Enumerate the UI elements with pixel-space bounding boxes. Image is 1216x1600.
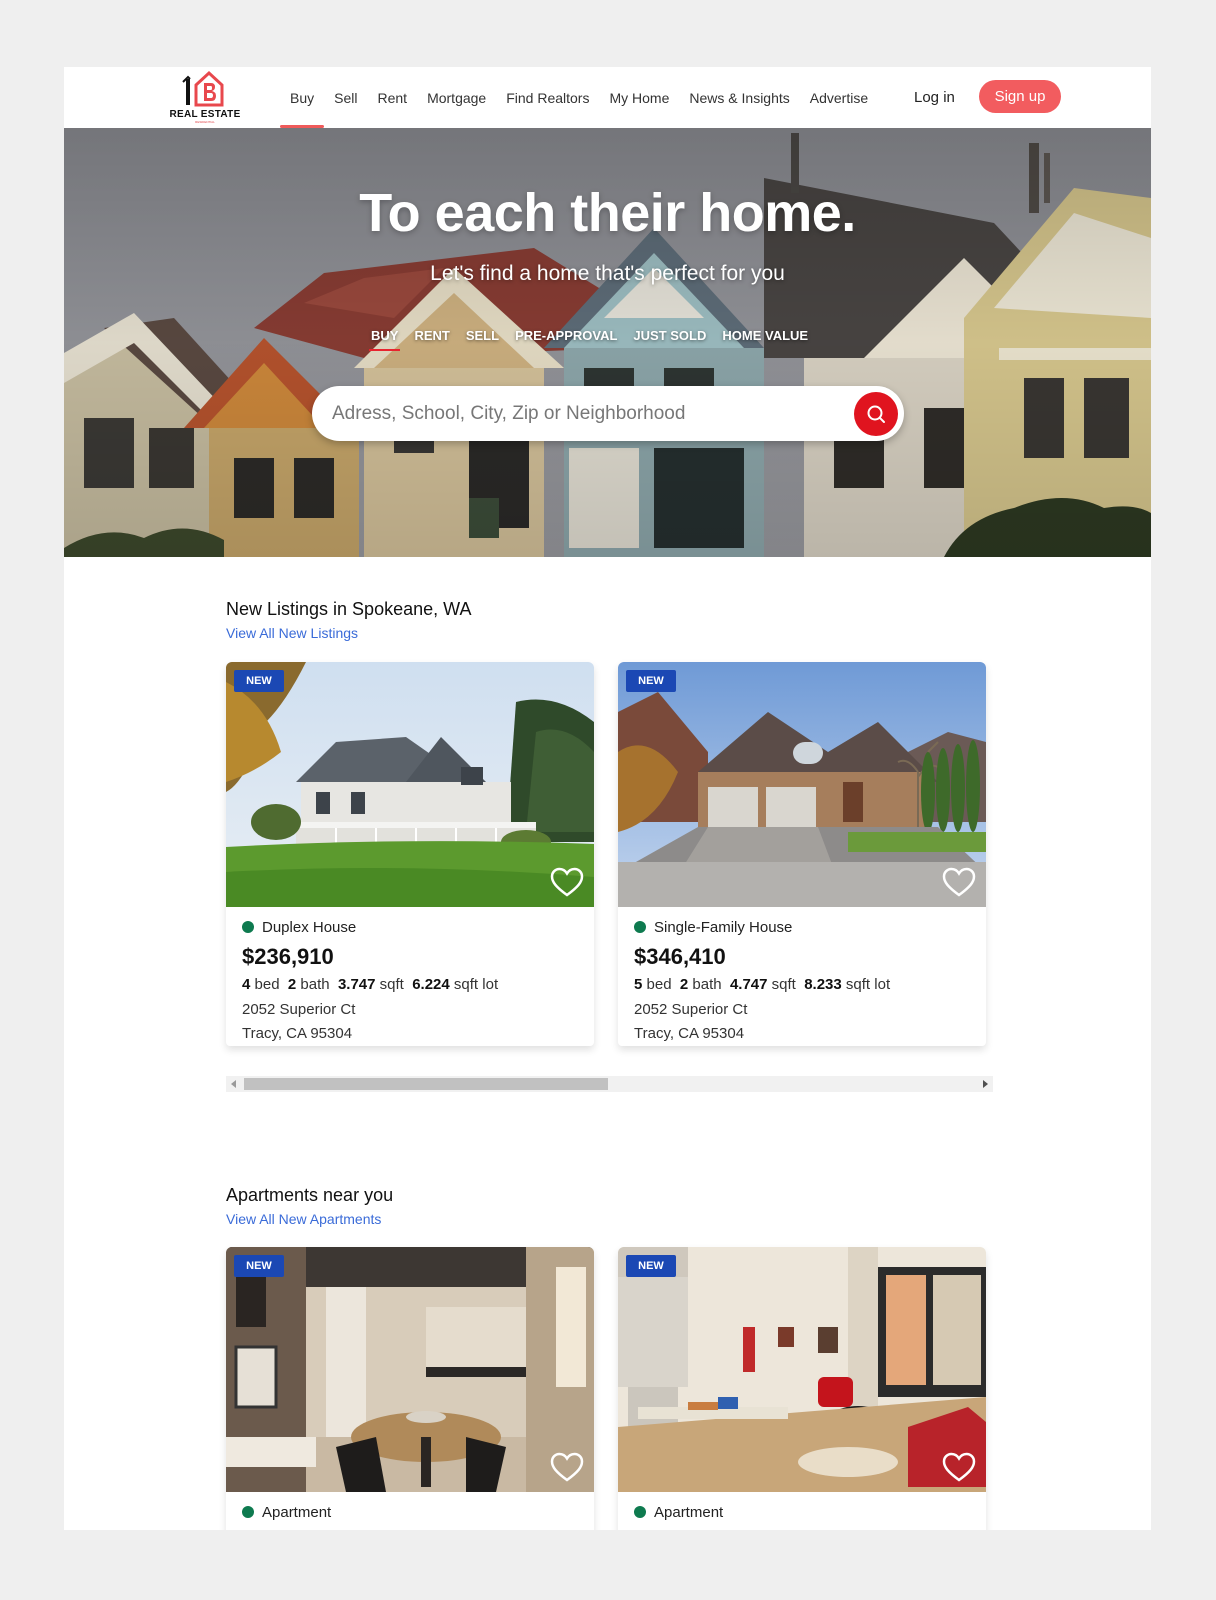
property-type-label: Apartment [654,1503,724,1521]
lot-label: sqft lot [453,976,499,993]
listing-card[interactable]: NEW Single-Family House $346,410 5 bed 2… [618,662,986,1046]
apartment-kitchen-photo [226,1247,594,1492]
signup-button[interactable]: Sign up [979,80,1061,113]
sqft-value: 3.747 [337,976,376,993]
lot-value: 8.233 [804,976,842,993]
listing-city: Tracy, CA 95304 [634,1025,745,1042]
new-badge: NEW [234,1255,284,1277]
apartments-title: Apartments near you [226,1185,394,1205]
lot-value: 6.224 [412,976,450,993]
search-button[interactable] [854,392,898,436]
beds-value: 4 [242,976,251,993]
listing-details: Single-Family House $346,410 5 bed 2 bat… [618,907,986,1046]
listing-city: Tracy, CA 95304 [242,1025,353,1042]
property-type: Apartment [634,1502,970,1522]
listing-details: Duplex House $236,910 4 bed 2 bath 3.747… [226,907,594,1046]
duplex-house-photo [226,662,594,907]
hero-subtitle: Let's find a home that's perfect for you [430,262,785,285]
sqft-value: 4.747 [729,976,768,993]
baths-label: bath [300,976,330,993]
nav-item-advertise[interactable]: Advertise [800,67,878,128]
heart-icon[interactable] [550,1452,584,1482]
listing-price: $236,910 [242,944,334,969]
hero-search-tabs: BUY RENT SELL PRE-APPROVAL JUST SOLD HOM… [368,328,824,351]
heart-icon[interactable] [942,1452,976,1482]
sqft-label: sqft [771,976,796,993]
tab-sell[interactable]: SELL [466,328,499,351]
listing-street: 2052 Superior Ct [242,1001,356,1018]
page-frame: REAL ESTATE RESIDENTIAL Buy Sell Rent Mo… [64,67,1151,1530]
nav-item-news-insights[interactable]: News & Insights [679,67,799,128]
new-listings-title: New Listings in Spokeane, WA [226,599,472,619]
top-navigation-bar: REAL ESTATE RESIDENTIAL Buy Sell Rent Mo… [64,67,1151,128]
property-type: Single-Family House [634,917,970,937]
lot-label: sqft lot [845,976,891,993]
scroll-right-arrow[interactable] [983,1080,988,1088]
tab-buy[interactable]: BUY [368,328,401,351]
login-link[interactable]: Log in [914,67,955,128]
property-type: Apartment [242,1502,578,1522]
property-type-label: Duplex House [262,918,357,936]
nav-item-find-realtors[interactable]: Find Realtors [496,67,599,128]
nav-item-mortgage[interactable]: Mortgage [417,67,496,128]
nav-item-sell[interactable]: Sell [324,67,367,128]
sqft-label: sqft [379,976,404,993]
apartment-photo[interactable]: NEW [226,1247,594,1492]
listing-photo[interactable]: NEW [226,662,594,907]
property-type-label: Apartment [262,1503,332,1521]
logo-house-icon [182,70,224,107]
status-dot [634,1506,646,1518]
new-badge: NEW [234,670,284,692]
view-all-apartments-link[interactable]: View All New Apartments [226,1211,381,1227]
hero-title: To each their home. [359,183,856,243]
listing-specs: 4 bed 2 bath 3.747 sqft 6.224 sqft lot [242,976,578,998]
search-icon [867,405,885,423]
status-dot [242,1506,254,1518]
apartment-card[interactable]: NEW Apartment [226,1247,594,1530]
brand-name: REAL ESTATE [169,109,241,120]
listing-photo[interactable]: NEW [618,662,986,907]
listings-scrollbar[interactable] [226,1076,993,1092]
apartment-photo[interactable]: NEW [618,1247,986,1492]
scroll-left-arrow[interactable] [231,1080,236,1088]
property-type-label: Single-Family House [654,918,793,936]
tab-rent[interactable]: RENT [414,328,449,351]
hero-banner: To each their home. Let's find a home th… [64,128,1151,557]
apartment-card[interactable]: NEW Apartment [618,1247,986,1530]
tab-pre-approval[interactable]: PRE-APPROVAL [515,328,617,351]
brand-logo[interactable]: REAL ESTATE RESIDENTIAL [168,69,242,125]
status-dot [242,921,254,933]
baths-label: bath [692,976,722,993]
baths-value: 2 [679,976,689,993]
status-dot [634,921,646,933]
new-badge: NEW [626,670,676,692]
listing-specs: 5 bed 2 bath 4.747 sqft 8.233 sqft lot [634,976,970,998]
nav-item-buy[interactable]: Buy [280,67,325,128]
property-type: Duplex House [242,917,578,937]
heart-icon[interactable] [550,867,584,897]
listing-street: 2052 Superior Ct [634,1001,748,1018]
apartment-living-room-photo [618,1247,986,1492]
main-nav: Buy Sell Rent Mortgage Find Realtors My … [280,67,878,128]
tab-home-value[interactable]: HOME VALUE [722,328,808,351]
beds-label: bed [254,976,280,993]
brand-tagline: RESIDENTIAL [195,120,215,124]
heart-icon[interactable] [942,867,976,897]
listing-price: $346,410 [634,944,726,969]
tab-just-sold[interactable]: JUST SOLD [633,328,706,351]
view-all-listings-link[interactable]: View All New Listings [226,625,358,641]
beds-label: bed [646,976,672,993]
search-input[interactable] [332,399,832,429]
baths-value: 2 [287,976,297,993]
apartment-details: Apartment [618,1492,986,1522]
beds-value: 5 [634,976,643,993]
new-badge: NEW [626,1255,676,1277]
search-box [312,386,904,441]
scrollbar-thumb[interactable] [244,1078,608,1090]
listing-card[interactable]: NEW Duplex House $236,910 4 bed 2 bath 3… [226,662,594,1046]
nav-item-rent[interactable]: Rent [367,67,417,128]
single-family-house-photo [618,662,986,907]
apartment-details: Apartment [226,1492,594,1522]
nav-item-my-home[interactable]: My Home [599,67,679,128]
